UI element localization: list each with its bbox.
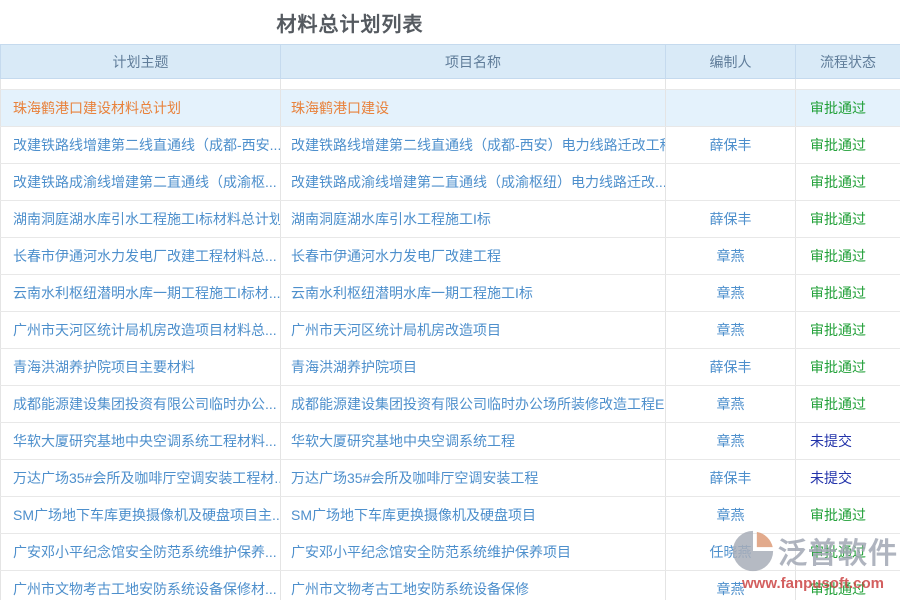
column-header-status: 流程状态 [796,45,900,79]
plan-subject-cell[interactable]: 云南水利枢纽潜明水库一期工程施工I标材... [1,275,281,312]
table-header: 计划主题 项目名称 编制人 流程状态 [1,45,900,79]
material-plan-page: 材料总计划列表 计划主题 项目名称 编制人 流程状态 珠海鹤港口建设材料总计划珠… [0,0,900,600]
author-cell: 章燕 [666,571,796,600]
table-row[interactable]: 云南水利枢纽潜明水库一期工程施工I标材...云南水利枢纽潜明水库一期工程施工I标… [1,275,900,312]
plan-subject-cell[interactable]: 广州市天河区统计局机房改造项目材料总... [1,312,281,349]
author-cell: 章燕 [666,238,796,275]
project-name-cell[interactable]: SM广场地下车库更换摄像机及硬盘项目 [281,497,666,534]
status-cell: 审批通过 [796,275,900,312]
status-cell: 审批通过 [796,127,900,164]
author-cell: 薛保丰 [666,201,796,238]
material-plan-table: 计划主题 项目名称 编制人 流程状态 珠海鹤港口建设材料总计划珠海鹤港口建设审批… [0,44,900,600]
table-body: 珠海鹤港口建设材料总计划珠海鹤港口建设审批通过改建铁路线增建第二线直通线（成都-… [1,79,900,600]
project-name-cell[interactable]: 广州市天河区统计局机房改造项目 [281,312,666,349]
project-name-cell[interactable]: 长春市伊通河水力发电厂改建工程 [281,238,666,275]
plan-subject-cell[interactable]: SM广场地下车库更换摄像机及硬盘项目主... [1,497,281,534]
project-name-cell[interactable]: 青海洪湖养护院项目 [281,349,666,386]
column-header-project-name: 项目名称 [281,45,666,79]
author-cell: 章燕 [666,275,796,312]
status-cell: 审批通过 [796,90,900,127]
column-header-plan-subject: 计划主题 [1,45,281,79]
author-cell: 章燕 [666,312,796,349]
project-name-cell[interactable]: 广州市文物考古工地安防系统设备保修 [281,571,666,600]
plan-subject-cell[interactable]: 广安邓小平纪念馆安全防范系统维护保养... [1,534,281,571]
author-cell: 章燕 [666,423,796,460]
table-row[interactable]: SM广场地下车库更换摄像机及硬盘项目主...SM广场地下车库更换摄像机及硬盘项目… [1,497,900,534]
table-row[interactable]: 改建铁路线增建第二线直通线（成都-西安...改建铁路线增建第二线直通线（成都-西… [1,127,900,164]
project-name-cell[interactable]: 成都能源建设集团投资有限公司临时办公场所装修改造工程E... [281,386,666,423]
status-cell: 未提交 [796,460,900,497]
status-cell: 审批通过 [796,238,900,275]
table-row[interactable]: 珠海鹤港口建设材料总计划珠海鹤港口建设 审批通过 [1,90,900,127]
plan-subject-cell[interactable]: 长春市伊通河水力发电厂改建工程材料总... [1,238,281,275]
table-row[interactable]: 湖南洞庭湖水库引水工程施工I标材料总计划湖南洞庭湖水库引水工程施工I标薛保丰审批… [1,201,900,238]
status-cell: 审批通过 [796,571,900,600]
status-cell: 审批通过 [796,386,900,423]
author-cell [666,164,796,201]
project-name-cell[interactable]: 珠海鹤港口建设 [281,90,666,127]
page-title: 材料总计划列表 [0,8,700,37]
status-cell: 审批通过 [796,164,900,201]
status-cell: 未提交 [796,423,900,460]
status-cell: 审批通过 [796,497,900,534]
author-cell [666,90,796,127]
plan-subject-cell[interactable]: 成都能源建设集团投资有限公司临时办公... [1,386,281,423]
title-bar: 材料总计划列表 [0,0,900,44]
author-cell: 章燕 [666,386,796,423]
table-row[interactable]: 万达广场35#会所及咖啡厅空调安装工程材...万达广场35#会所及咖啡厅空调安装… [1,460,900,497]
author-cell: 薛保丰 [666,349,796,386]
plan-subject-cell[interactable]: 青海洪湖养护院项目主要材料 [1,349,281,386]
plan-subject-cell[interactable]: 改建铁路成渝线增建第二直通线（成渝枢... [1,164,281,201]
spacer-row [1,79,900,90]
plan-subject-cell[interactable]: 广州市文物考古工地安防系统设备保修材... [1,571,281,600]
author-cell: 任晓燕 [666,534,796,571]
project-name-cell[interactable]: 广安邓小平纪念馆安全防范系统维护保养项目 [281,534,666,571]
table-row[interactable]: 青海洪湖养护院项目主要材料青海洪湖养护院项目薛保丰审批通过 [1,349,900,386]
project-name-cell[interactable]: 华软大厦研究基地中央空调系统工程 [281,423,666,460]
table-row[interactable]: 广州市文物考古工地安防系统设备保修材...广州市文物考古工地安防系统设备保修章燕… [1,571,900,600]
status-cell: 审批通过 [796,201,900,238]
project-name-cell[interactable]: 万达广场35#会所及咖啡厅空调安装工程 [281,460,666,497]
author-cell: 薛保丰 [666,460,796,497]
table-row[interactable]: 广州市天河区统计局机房改造项目材料总...广州市天河区统计局机房改造项目章燕审批… [1,312,900,349]
plan-subject-cell[interactable]: 华软大厦研究基地中央空调系统工程材料... [1,423,281,460]
table-row[interactable]: 成都能源建设集团投资有限公司临时办公...成都能源建设集团投资有限公司临时办公场… [1,386,900,423]
table-row[interactable]: 华软大厦研究基地中央空调系统工程材料...华软大厦研究基地中央空调系统工程章燕未… [1,423,900,460]
project-name-cell[interactable]: 云南水利枢纽潜明水库一期工程施工I标 [281,275,666,312]
status-cell: 审批通过 [796,534,900,571]
project-name-cell[interactable]: 湖南洞庭湖水库引水工程施工I标 [281,201,666,238]
author-cell: 章燕 [666,497,796,534]
author-cell: 薛保丰 [666,127,796,164]
project-name-cell[interactable]: 改建铁路成渝线增建第二直通线（成渝枢纽）电力线路迁改... [281,164,666,201]
plan-subject-cell[interactable]: 改建铁路线增建第二线直通线（成都-西安... [1,127,281,164]
plan-subject-cell[interactable]: 湖南洞庭湖水库引水工程施工I标材料总计划 [1,201,281,238]
column-header-author: 编制人 [666,45,796,79]
status-cell: 审批通过 [796,349,900,386]
status-cell: 审批通过 [796,312,900,349]
project-name-cell[interactable]: 改建铁路线增建第二线直通线（成都-西安）电力线路迁改工程 [281,127,666,164]
plan-subject-cell[interactable]: 万达广场35#会所及咖啡厅空调安装工程材... [1,460,281,497]
plan-subject-cell[interactable]: 珠海鹤港口建设材料总计划 [1,90,281,127]
table-row[interactable]: 改建铁路成渝线增建第二直通线（成渝枢...改建铁路成渝线增建第二直通线（成渝枢纽… [1,164,900,201]
table-row[interactable]: 广安邓小平纪念馆安全防范系统维护保养...广安邓小平纪念馆安全防范系统维护保养项… [1,534,900,571]
table-row[interactable]: 长春市伊通河水力发电厂改建工程材料总...长春市伊通河水力发电厂改建工程章燕审批… [1,238,900,275]
